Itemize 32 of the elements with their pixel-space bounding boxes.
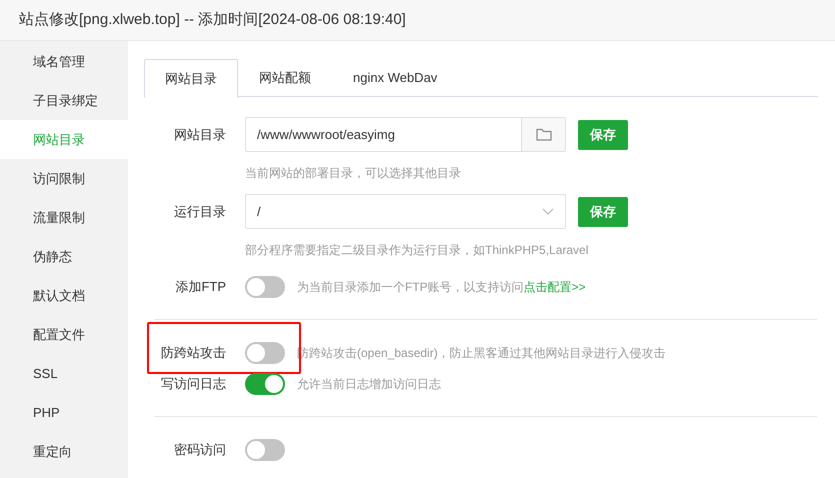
toggle-switch[interactable] [245,438,285,460]
tab[interactable]: 网站配额 [238,59,332,97]
sidebar-item[interactable]: 重定向 [0,432,128,471]
toggle-switch[interactable] [245,372,285,394]
field-label: 添加FTP [174,278,226,296]
tab[interactable]: 网站目录 [144,59,238,98]
path-field[interactable]: /www/wwwroot/easyimg [245,117,566,152]
sidebar-item[interactable]: 流量限制 [0,198,128,237]
sidebar-item[interactable]: PHP [0,393,128,432]
chevron-down-icon [542,208,554,215]
toggle-switch[interactable] [245,342,285,364]
field-label: 写访问日志 [160,374,226,393]
sidebar-item[interactable]: 子目录绑定 [0,81,128,120]
field-label: 密码访问 [173,440,226,459]
description-text: 允许当前日志增加访问日志 [297,376,441,392]
sidebar-item[interactable]: SSL [0,354,128,393]
field-label: 运行目录 [173,202,226,221]
toggle-switch[interactable] [245,276,285,298]
sidebar-item[interactable]: 访问限制 [0,159,128,198]
description-text: 为当前目录添加一个FTP账号，以支持访问点击配置>> [297,278,586,296]
field-label: 网站目录 [173,126,226,144]
hint-text: 部分程序需要指定二级目录作为运行目录，如ThinkPHP5,Laravel [245,242,590,259]
field-label: 防跨站攻击 [160,344,226,362]
directory-select[interactable]: / [245,194,566,229]
sidebar-item[interactable]: 默认文档 [0,276,128,315]
sidebar-item[interactable]: 配置文件 [0,315,128,354]
window-title: 站点修改[png.xlweb.top] -- 添加时间[2024-08-06 08:19:40] [19,10,406,30]
folder-icon[interactable] [536,128,552,141]
sidebar-item[interactable]: 域名管理 [0,42,128,81]
sidebar-item[interactable]: 伪静态 [0,237,128,276]
hint-text: 当前网站的部署目录，可以选择其他目录 [245,165,462,182]
tab[interactable]: nginx WebDav [332,59,458,97]
